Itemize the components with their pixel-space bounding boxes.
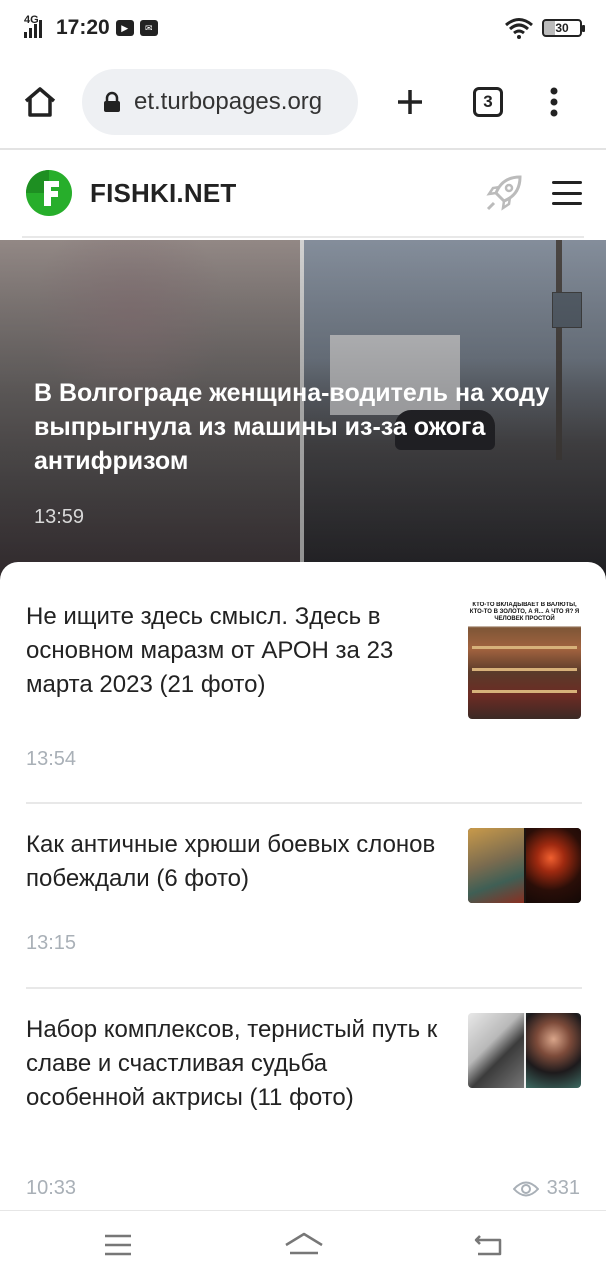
network-type: 4G: [24, 14, 39, 26]
plus-icon: [398, 90, 422, 114]
article-time: 13:15: [26, 932, 77, 954]
more-vertical-icon: [550, 87, 558, 117]
header-divider: [22, 236, 584, 238]
thumbnail-detail: [526, 828, 581, 903]
hero-article[interactable]: В Волгограде женщина-водитель на ходу вы…: [0, 240, 606, 580]
battery-level: 30: [555, 21, 569, 35]
thumbnail-caption: КТО-ТО ВКЛАДЫВАЕТ В ВАЛЮТЫ, КТО-ТО В ЗОЛ…: [468, 602, 581, 626]
site-header: FISHKI.NET: [0, 150, 606, 236]
home-button[interactable]: [20, 82, 60, 122]
hero-title[interactable]: В Волгограде женщина-водитель на ходу вы…: [34, 376, 574, 478]
tab-count: 3: [473, 87, 503, 117]
cellular-signal-icon: 4G: [24, 14, 50, 38]
home-icon: [285, 1232, 323, 1255]
thumbnail-detail: [468, 1013, 524, 1088]
hero-time: 13:59: [34, 506, 85, 528]
new-tab-button[interactable]: [390, 82, 430, 122]
fishki-logo[interactable]: [24, 168, 74, 218]
thumbnail-detail: [472, 690, 577, 693]
thumbnail-detail: [526, 1013, 581, 1088]
url-text: et.turbopages.org: [134, 88, 323, 115]
article-thumbnail[interactable]: [468, 828, 581, 903]
home-icon: [24, 87, 56, 117]
status-bar: 4G 17:20 ▶ ✉ 30: [0, 0, 606, 56]
article-time: 10:33: [26, 1177, 77, 1199]
browser-menu-button[interactable]: [534, 82, 574, 122]
battery-icon: 30: [542, 19, 585, 37]
rocket-icon[interactable]: [484, 173, 524, 213]
site-menu-button[interactable]: [552, 181, 582, 205]
article-time: 13:54: [26, 748, 77, 770]
view-count-value: 331: [546, 1177, 580, 1199]
article-thumbnail[interactable]: [468, 1013, 581, 1088]
back-button[interactable]: [470, 1229, 506, 1261]
lock-icon: [104, 91, 120, 112]
eye-icon: [512, 1181, 539, 1196]
hamburger-icon-line: [552, 181, 582, 184]
view-count: 331: [512, 1177, 580, 1200]
browser-toolbar: et.turbopages.org 3: [0, 56, 606, 148]
item-divider: [26, 802, 582, 804]
thumbnail-detail: [472, 668, 577, 671]
article-thumbnail[interactable]: КТО-ТО ВКЛАДЫВАЕТ В ВАЛЮТЫ, КТО-ТО В ЗОЛ…: [468, 602, 581, 719]
system-navigation-bar: [0, 1210, 606, 1280]
thumbnail-detail: [468, 828, 524, 903]
article-title[interactable]: Не ищите здесь смысл. Здесь в основном м…: [26, 600, 446, 702]
address-bar[interactable]: et.turbopages.org: [82, 69, 358, 135]
hamburger-icon-line: [552, 191, 582, 195]
status-time: 17:20: [56, 16, 110, 39]
site-name: FISHKI.NET: [90, 177, 237, 208]
back-icon: [474, 1235, 502, 1256]
recent-apps-button[interactable]: [100, 1229, 136, 1261]
hamburger-icon-line: [552, 202, 582, 205]
thumbnail-detail: [472, 646, 577, 649]
item-divider: [26, 987, 582, 989]
tab-switcher-button[interactable]: 3: [468, 82, 508, 122]
youtube-notification-icon: ▶: [115, 20, 134, 36]
article-title[interactable]: Как античные хрюши боевых слонов побежда…: [26, 828, 446, 896]
mail-notification-icon: ✉: [139, 20, 158, 36]
article-title[interactable]: Набор комплексов, тернистый путь к славе…: [26, 1013, 446, 1115]
article-feed: Не ищите здесь смысл. Здесь в основном м…: [0, 562, 606, 1210]
wifi-icon: [505, 18, 533, 39]
menu-icon: [105, 1234, 131, 1256]
system-home-button[interactable]: [284, 1229, 324, 1261]
